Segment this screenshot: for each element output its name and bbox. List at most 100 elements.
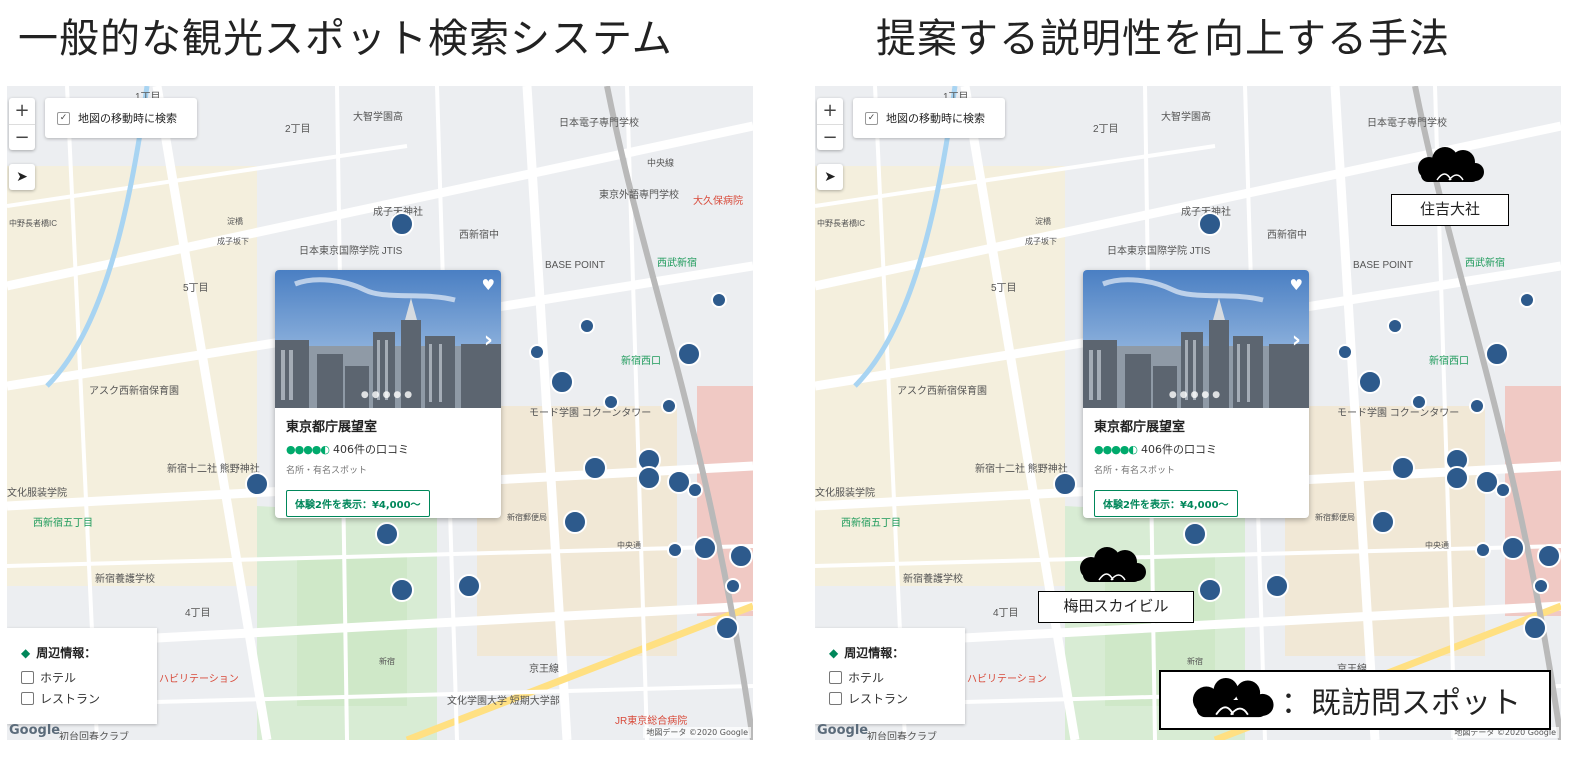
spot-pin-icon[interactable] bbox=[1411, 394, 1427, 410]
spot-card[interactable]: ♥ › ●●●●● 東京都庁展望室 ●●●●◐ 406件の口コミ 名所・有名スポ… bbox=[275, 270, 501, 518]
spot-pin-icon[interactable] bbox=[603, 394, 619, 410]
spot-pin-icon[interactable] bbox=[1523, 616, 1547, 640]
hotel-label: ホテル bbox=[848, 671, 885, 685]
map-label: 中野長者橋IC bbox=[9, 218, 57, 228]
next-photo-chevron-icon[interactable]: › bbox=[1292, 328, 1301, 353]
spot-pin-icon[interactable] bbox=[1265, 574, 1289, 598]
map-label: 2丁目 bbox=[1093, 124, 1119, 135]
left-title: 一般的な観光スポット検索システム bbox=[18, 16, 673, 62]
spot-pin-icon[interactable] bbox=[1485, 342, 1509, 366]
spot-pin-icon[interactable] bbox=[1198, 212, 1222, 236]
show-experiences-button[interactable]: 体験2件を表示：¥4,000〜 bbox=[1094, 490, 1238, 517]
zoom-in-button[interactable]: + bbox=[9, 98, 35, 124]
map-label: 西新宿中 bbox=[1267, 228, 1307, 241]
spot-pin-icon[interactable] bbox=[1501, 536, 1525, 560]
spot-rating: ●●●●◐ 406件の口コミ bbox=[1094, 441, 1309, 457]
spot-pin-icon[interactable] bbox=[563, 510, 587, 534]
hotel-checkbox[interactable] bbox=[21, 671, 34, 684]
nearby-title: 周辺情報： bbox=[844, 646, 905, 660]
spot-pin-icon[interactable] bbox=[715, 616, 739, 640]
map-panel-right[interactable]: 大智学園高 日本電子専門学校 2丁目 1丁目 成子天神社 日本東京国際学院 JT… bbox=[815, 86, 1561, 740]
restaurant-checkbox[interactable] bbox=[829, 692, 842, 705]
map-label: ハビリテーション bbox=[159, 673, 239, 685]
search-on-move-toggle[interactable]: ✓ 地図の移動時に検索 bbox=[45, 98, 197, 138]
spot-pin-icon[interactable] bbox=[1198, 578, 1222, 602]
map-label: 成子坂下 bbox=[1025, 236, 1057, 246]
spot-pin-icon[interactable] bbox=[1495, 482, 1511, 498]
spot-pin-icon[interactable] bbox=[693, 536, 717, 560]
spot-pin-icon[interactable] bbox=[725, 578, 741, 594]
spot-name[interactable]: 東京都庁展望室 bbox=[1094, 416, 1309, 435]
checkmark-icon[interactable]: ✓ bbox=[57, 111, 70, 125]
spot-pin-icon[interactable] bbox=[1475, 470, 1499, 494]
map-label: 新宿西口 bbox=[621, 354, 661, 367]
spot-pin-icon[interactable] bbox=[390, 578, 414, 602]
spot-pin-icon[interactable] bbox=[1387, 318, 1403, 334]
search-on-move-toggle[interactable]: ✓ 地図の移動時に検索 bbox=[853, 98, 1005, 138]
spot-pin-icon[interactable] bbox=[1469, 398, 1485, 414]
checkmark-icon[interactable]: ✓ bbox=[865, 111, 878, 125]
map-label: 4丁目 bbox=[185, 608, 211, 619]
map-label: 4丁目 bbox=[993, 608, 1019, 619]
spot-pin-icon[interactable] bbox=[729, 544, 753, 568]
favorite-heart-icon[interactable]: ♥ bbox=[482, 276, 495, 294]
favorite-heart-icon[interactable]: ♥ bbox=[1290, 276, 1303, 294]
spot-category: 名所・有名スポット bbox=[1094, 466, 1176, 476]
spot-pin-icon[interactable] bbox=[667, 542, 683, 558]
map-copyright[interactable]: 地図データ ©2020 Google bbox=[643, 727, 751, 738]
photo-pagination-dots-icon[interactable]: ●●●●● bbox=[1083, 390, 1309, 400]
zoom-out-button[interactable]: − bbox=[817, 124, 843, 151]
spot-pin-icon[interactable] bbox=[1475, 542, 1491, 558]
visited-cloud-icon bbox=[1192, 678, 1274, 718]
nearby-info-panel: ◆ 周辺情報： ホテル レストラン bbox=[7, 628, 157, 724]
map-panel-left[interactable]: 大智学園高 日本電子専門学校 2丁目 1丁目 東京外語専門学校 大久保病院 成子… bbox=[7, 86, 753, 740]
spot-pin-icon[interactable] bbox=[550, 370, 574, 394]
map-label: 初台回春クラブ bbox=[867, 730, 937, 740]
spot-pin-icon[interactable] bbox=[1183, 522, 1207, 546]
spot-pin-icon[interactable] bbox=[677, 342, 701, 366]
spot-photo[interactable]: ♥ › ●●●●● bbox=[1083, 270, 1309, 408]
map-label: 文化服装学院 bbox=[815, 486, 875, 499]
locate-arrow-icon[interactable]: ➤ bbox=[9, 164, 35, 190]
map-label: 文化服装学院 bbox=[7, 486, 67, 499]
spot-pin-icon[interactable] bbox=[637, 466, 661, 490]
map-label: 東京外語専門学校 bbox=[599, 188, 679, 201]
spot-pin-icon[interactable] bbox=[667, 470, 691, 494]
spot-pin-icon[interactable] bbox=[1358, 370, 1382, 394]
spot-pin-icon[interactable] bbox=[1391, 456, 1415, 480]
spot-pin-icon[interactable] bbox=[1537, 544, 1561, 568]
spot-card[interactable]: ♥ › ●●●●● 東京都庁展望室 ●●●●◐ 406件の口コミ 名所・有名スポ… bbox=[1083, 270, 1309, 518]
locate-arrow-icon[interactable]: ➤ bbox=[817, 164, 843, 190]
spot-pin-icon[interactable] bbox=[457, 574, 481, 598]
hotel-checkbox[interactable] bbox=[829, 671, 842, 684]
map-label: 京王線 bbox=[529, 662, 559, 675]
spot-pin-icon[interactable] bbox=[245, 472, 269, 496]
spot-pin-icon[interactable] bbox=[1533, 578, 1549, 594]
spot-pin-icon[interactable] bbox=[1519, 292, 1535, 308]
spot-pin-icon[interactable] bbox=[583, 456, 607, 480]
spot-pin-icon[interactable] bbox=[1337, 344, 1353, 360]
zoom-in-button[interactable]: + bbox=[817, 98, 843, 124]
spot-name[interactable]: 東京都庁展望室 bbox=[286, 416, 501, 435]
spot-pin-icon[interactable] bbox=[711, 292, 727, 308]
review-count[interactable]: 406件の口コミ bbox=[333, 441, 409, 457]
spot-pin-icon[interactable] bbox=[390, 212, 414, 236]
photo-pagination-dots-icon[interactable]: ●●●●● bbox=[275, 390, 501, 400]
map-label: モード学園 コクーンタワー bbox=[529, 406, 651, 419]
spot-pin-icon[interactable] bbox=[1445, 466, 1469, 490]
restaurant-checkbox[interactable] bbox=[21, 692, 34, 705]
spot-pin-icon[interactable] bbox=[1053, 472, 1077, 496]
next-photo-chevron-icon[interactable]: › bbox=[484, 328, 493, 353]
spot-pin-icon[interactable] bbox=[687, 482, 703, 498]
show-experiences-button[interactable]: 体験2件を表示：¥4,000〜 bbox=[286, 490, 430, 517]
map-label: 中央線 bbox=[647, 157, 674, 168]
review-count[interactable]: 406件の口コミ bbox=[1141, 441, 1217, 457]
spot-photo[interactable]: ♥ › ●●●●● bbox=[275, 270, 501, 408]
spot-pin-icon[interactable] bbox=[529, 344, 545, 360]
spot-pin-icon[interactable] bbox=[661, 398, 677, 414]
zoom-out-button[interactable]: − bbox=[9, 124, 35, 151]
spot-pin-icon[interactable] bbox=[1371, 510, 1395, 534]
map-label: 新宿 bbox=[379, 656, 395, 666]
spot-pin-icon[interactable] bbox=[579, 318, 595, 334]
spot-pin-icon[interactable] bbox=[375, 522, 399, 546]
